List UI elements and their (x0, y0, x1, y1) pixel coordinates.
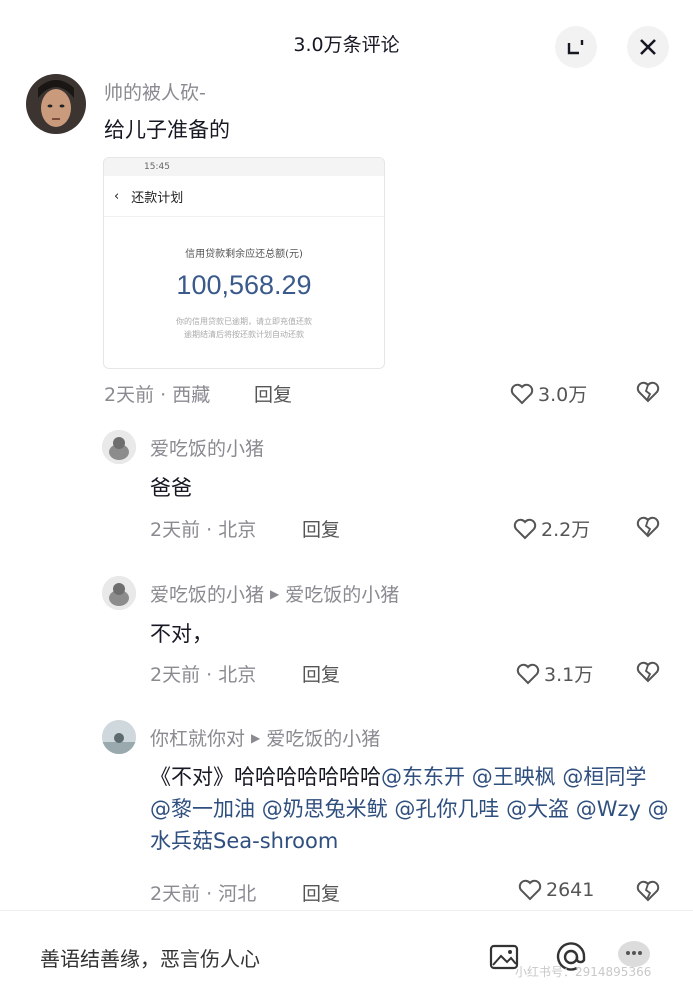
close-icon (640, 39, 656, 55)
mention-link[interactable]: @桓同学 (562, 765, 646, 789)
comment-meta: 2天前 · 河北 (150, 883, 257, 905)
reply-to-name[interactable]: 爱吃饭的小猪 (285, 580, 399, 607)
comment-text: 《不对》哈哈哈哈哈哈哈@东东开 @王映枫 @桓同学 @黎一加油 @奶思兔米鱿 @… (150, 761, 670, 857)
mention-link[interactable]: @黎一加油 (150, 797, 255, 821)
dislike-heart-icon (636, 880, 660, 902)
author-name[interactable]: 帅的被人砍- (104, 78, 206, 105)
collapse-icon (567, 40, 584, 55)
image-amount: 100,568.29 (176, 270, 312, 300)
comment-text-plain: 《不对》哈哈哈哈哈哈哈 (150, 765, 381, 789)
heart-icon (518, 879, 542, 901)
avatar[interactable] (102, 576, 136, 610)
comment-input-bar: 善语结善缘，恶言伤人心 小红书号：2914895366 (0, 910, 693, 1001)
mention-link[interactable]: @大盗 (506, 797, 569, 821)
reply-arrow-icon: ▶ (270, 586, 280, 601)
comment-text: 给儿子准备的 (104, 118, 230, 142)
image-note-line: 你的信用贷款已逾期，请立即充值还款 (176, 317, 312, 326)
reply-button[interactable]: 回复 (302, 660, 340, 687)
dislike-button[interactable] (636, 661, 660, 687)
watermark: 小红书号：2914895366 (515, 965, 652, 979)
mention-link[interactable]: @奶思兔米鱿 (262, 797, 388, 821)
like-button[interactable]: 2.2万 (513, 515, 590, 542)
reply-button[interactable]: 回复 (302, 879, 340, 906)
comments-header: 3.0万条评论 (0, 0, 693, 90)
comment-input[interactable]: 善语结善缘，恶言伤人心 (40, 943, 260, 972)
heart-icon (516, 663, 540, 684)
avatar-image (102, 720, 136, 754)
dislike-heart-icon (636, 381, 660, 403)
like-count: 2641 (546, 879, 595, 901)
like-button[interactable]: 3.0万 (510, 380, 587, 407)
heart-icon (513, 518, 537, 539)
close-button[interactable] (627, 26, 669, 68)
comment-image[interactable]: 15:45 ‹ 还款计划 信用贷款剩余应还总额(元) 100,568.29 你的… (103, 157, 385, 369)
like-count: 3.1万 (544, 664, 594, 686)
like-button[interactable]: 3.1万 (516, 660, 593, 687)
avatar[interactable] (102, 720, 136, 754)
image-nav-title: 还款计划 (131, 190, 184, 206)
heart-icon (510, 383, 534, 404)
image-note-line: 逾期结清后将按还款计划自动还款 (184, 330, 304, 339)
reply-button[interactable]: 回复 (254, 380, 292, 407)
mention-link[interactable]: @东东开 (381, 765, 465, 789)
like-count: 2.2万 (541, 519, 591, 541)
dislike-heart-icon (636, 516, 660, 538)
avatar-image (102, 576, 136, 610)
back-chevron-icon: ‹ (114, 188, 120, 204)
avatar-image (26, 74, 86, 134)
avatar[interactable] (26, 74, 86, 134)
comment-author[interactable]: 爱吃饭的小猪 ▶ 爱吃饭的小猪 (150, 580, 399, 607)
comment-text: 不对， (150, 622, 213, 646)
mention-link[interactable]: @Wzy (576, 797, 641, 821)
comment-author[interactable]: 你杠就你对 ▶ 爱吃饭的小猪 (150, 724, 380, 751)
avatar[interactable] (102, 430, 136, 464)
image-nav-bar: ‹ 还款计划 (104, 176, 384, 217)
image-amount-label: 信用贷款剩余应还总额(元) (185, 249, 303, 260)
dislike-heart-icon (636, 661, 660, 683)
author-name[interactable]: 爱吃饭的小猪 (150, 434, 264, 461)
reply-to-name[interactable]: 爱吃饭的小猪 (266, 724, 380, 751)
avatar-image (102, 430, 136, 464)
dislike-button[interactable] (636, 516, 660, 542)
mention-link[interactable]: @王映枫 (472, 765, 556, 789)
author-name[interactable]: 你杠就你对 (150, 724, 245, 751)
comment-text: 爸爸 (150, 476, 192, 500)
comment-meta: 2天前 · 北京 (150, 519, 257, 541)
comment-author[interactable]: 爱吃饭的小猪 (150, 434, 264, 461)
author-name[interactable]: 爱吃饭的小猪 (150, 580, 264, 607)
image-status-time: 15:45 (144, 162, 170, 172)
comment-author[interactable]: 帅的被人砍- (104, 78, 206, 105)
dislike-button[interactable] (636, 381, 660, 407)
comment-meta: 2天前 · 西藏 (104, 384, 211, 406)
reply-button[interactable]: 回复 (302, 515, 340, 542)
reply-arrow-icon: ▶ (251, 730, 261, 745)
collapse-button[interactable] (555, 26, 597, 68)
mention-link[interactable]: @孔你几哇 (394, 797, 499, 821)
dislike-button[interactable] (636, 880, 660, 906)
image-note: 你的信用贷款已逾期，请立即充值还款 逾期结清后将按还款计划自动还款 (104, 315, 384, 341)
like-button[interactable]: 2641 (518, 879, 594, 901)
comment-meta: 2天前 · 北京 (150, 664, 257, 686)
like-count: 3.0万 (538, 384, 588, 406)
image-status-bar: 15:45 (104, 158, 384, 176)
